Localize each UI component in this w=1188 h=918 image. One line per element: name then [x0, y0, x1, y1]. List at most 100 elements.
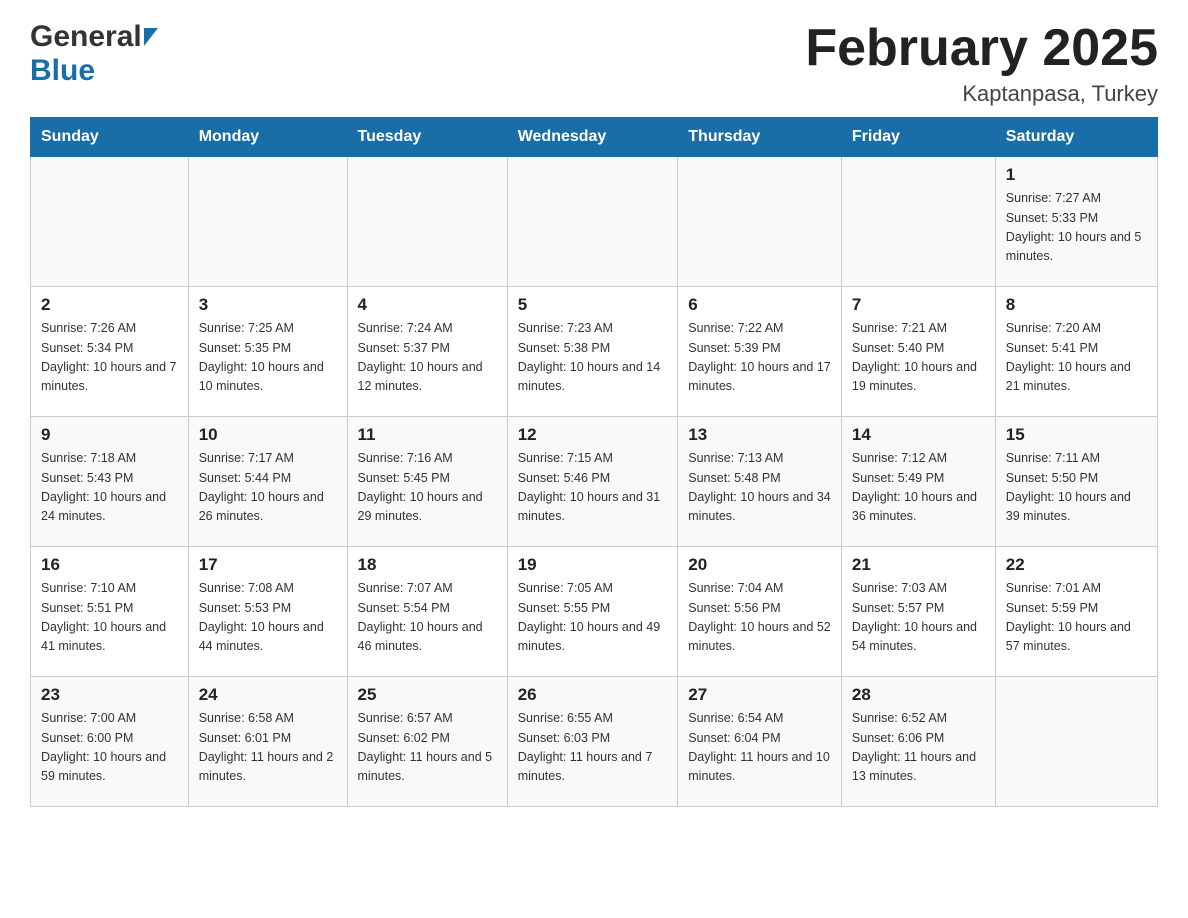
calendar-cell: 14Sunrise: 7:12 AM Sunset: 5:49 PM Dayli…: [841, 417, 995, 547]
day-number: 27: [688, 685, 831, 705]
day-info: Sunrise: 7:26 AM Sunset: 5:34 PM Dayligh…: [41, 319, 178, 397]
calendar-cell: [841, 157, 995, 287]
col-saturday: Saturday: [995, 118, 1157, 157]
calendar-cell: 16 Sunrise: 7:10 AM Sunset: 5:51 PM Dayli…: [31, 547, 189, 677]
calendar-location: Kaptanpasa, Turkey: [805, 81, 1158, 107]
day-info: Sunrise: 6:52 AM Sunset: 6:06 PM Dayligh…: [852, 709, 985, 787]
day-info: Sunrise: 6:57 AM Sunset: 6:02 PM Dayligh…: [358, 709, 497, 787]
day-info: Sunrise: 7:03 AM Sunset: 5:57 PM Dayligh…: [852, 579, 985, 657]
day-number: 10: [199, 425, 337, 445]
day-info: Sunrise: 6:58 AM Sunset: 6:01 PM Dayligh…: [199, 709, 337, 787]
day-number: 24: [199, 685, 337, 705]
col-friday: Friday: [841, 118, 995, 157]
calendar-cell: 27 Sunrise: 6:54 AM Sunset: 6:04 PM Dayli…: [678, 677, 842, 807]
calendar-week-2: 2Sunrise: 7:26 AM Sunset: 5:34 PM Daylig…: [31, 287, 1158, 417]
day-info: Sunrise: 7:25 AM Sunset: 5:35 PM Dayligh…: [199, 319, 337, 397]
calendar-cell: 18 Sunrise: 7:07 AM Sunset: 5:54 PM Dayli…: [347, 547, 507, 677]
day-info: Sunrise: 6:54 AM Sunset: 6:04 PM Dayligh…: [688, 709, 831, 787]
day-info: Sunrise: 6:55 AM Sunset: 6:03 PM Dayligh…: [518, 709, 668, 787]
calendar-cell: 3 Sunrise: 7:25 AM Sunset: 5:35 PM Daylig…: [188, 287, 347, 417]
logo-arrow-icon: [144, 28, 158, 46]
day-info: Sunrise: 7:21 AM Sunset: 5:40 PM Dayligh…: [852, 319, 985, 397]
calendar-week-1: 1Sunrise: 7:27 AM Sunset: 5:33 PM Daylig…: [31, 157, 1158, 287]
logo-general-text: General: [30, 20, 142, 54]
day-number: 19: [518, 555, 668, 575]
calendar-cell: 22Sunrise: 7:01 AM Sunset: 5:59 PM Dayli…: [995, 547, 1157, 677]
day-info: Sunrise: 7:24 AM Sunset: 5:37 PM Dayligh…: [358, 319, 497, 397]
day-info: Sunrise: 7:22 AM Sunset: 5:39 PM Dayligh…: [688, 319, 831, 397]
calendar-cell: 15 Sunrise: 7:11 AM Sunset: 5:50 PM Dayli…: [995, 417, 1157, 547]
day-number: 9: [41, 425, 178, 445]
calendar-cell: 9 Sunrise: 7:18 AM Sunset: 5:43 PM Daylig…: [31, 417, 189, 547]
header: General Blue February 2025 Kaptanpasa, T…: [30, 20, 1158, 107]
calendar-cell: 6 Sunrise: 7:22 AM Sunset: 5:39 PM Daylig…: [678, 287, 842, 417]
calendar-cell: 21 Sunrise: 7:03 AM Sunset: 5:57 PM Dayli…: [841, 547, 995, 677]
calendar-cell: 17 Sunrise: 7:08 AM Sunset: 5:53 PM Dayli…: [188, 547, 347, 677]
logo: General Blue: [30, 20, 158, 88]
calendar-cell: 1Sunrise: 7:27 AM Sunset: 5:33 PM Daylig…: [995, 157, 1157, 287]
calendar-cell: [347, 157, 507, 287]
day-info: Sunrise: 7:13 AM Sunset: 5:48 PM Dayligh…: [688, 449, 831, 527]
day-number: 1: [1006, 165, 1147, 185]
calendar-cell: 5Sunrise: 7:23 AM Sunset: 5:38 PM Daylig…: [507, 287, 678, 417]
day-number: 15: [1006, 425, 1147, 445]
calendar-header-row: Sunday Monday Tuesday Wednesday Thursday…: [31, 118, 1158, 157]
day-number: 8: [1006, 295, 1147, 315]
day-info: Sunrise: 7:16 AM Sunset: 5:45 PM Dayligh…: [358, 449, 497, 527]
day-info: Sunrise: 7:17 AM Sunset: 5:44 PM Dayligh…: [199, 449, 337, 527]
calendar-header: Sunday Monday Tuesday Wednesday Thursday…: [31, 118, 1158, 157]
day-number: 22: [1006, 555, 1147, 575]
day-number: 4: [358, 295, 497, 315]
day-number: 20: [688, 555, 831, 575]
day-info: Sunrise: 7:11 AM Sunset: 5:50 PM Dayligh…: [1006, 449, 1147, 527]
day-info: Sunrise: 7:04 AM Sunset: 5:56 PM Dayligh…: [688, 579, 831, 657]
day-info: Sunrise: 7:10 AM Sunset: 5:51 PM Dayligh…: [41, 579, 178, 657]
day-info: Sunrise: 7:23 AM Sunset: 5:38 PM Dayligh…: [518, 319, 668, 397]
col-thursday: Thursday: [678, 118, 842, 157]
day-info: Sunrise: 7:05 AM Sunset: 5:55 PM Dayligh…: [518, 579, 668, 657]
day-number: 6: [688, 295, 831, 315]
col-sunday: Sunday: [31, 118, 189, 157]
day-info: Sunrise: 7:12 AM Sunset: 5:49 PM Dayligh…: [852, 449, 985, 527]
calendar-cell: 20 Sunrise: 7:04 AM Sunset: 5:56 PM Dayli…: [678, 547, 842, 677]
calendar-cell: 26 Sunrise: 6:55 AM Sunset: 6:03 PM Dayli…: [507, 677, 678, 807]
day-number: 23: [41, 685, 178, 705]
title-area: February 2025 Kaptanpasa, Turkey: [805, 20, 1158, 107]
day-info: Sunrise: 7:18 AM Sunset: 5:43 PM Dayligh…: [41, 449, 178, 527]
calendar-week-3: 9 Sunrise: 7:18 AM Sunset: 5:43 PM Daylig…: [31, 417, 1158, 547]
calendar-cell: [995, 677, 1157, 807]
day-info: Sunrise: 7:08 AM Sunset: 5:53 PM Dayligh…: [199, 579, 337, 657]
day-number: 17: [199, 555, 337, 575]
calendar-cell: [507, 157, 678, 287]
calendar-cell: 28 Sunrise: 6:52 AM Sunset: 6:06 PM Dayli…: [841, 677, 995, 807]
calendar-cell: [678, 157, 842, 287]
calendar-cell: 11Sunrise: 7:16 AM Sunset: 5:45 PM Dayli…: [347, 417, 507, 547]
calendar-cell: 13 Sunrise: 7:13 AM Sunset: 5:48 PM Dayli…: [678, 417, 842, 547]
day-number: 25: [358, 685, 497, 705]
calendar-cell: 8 Sunrise: 7:20 AM Sunset: 5:41 PM Daylig…: [995, 287, 1157, 417]
day-info: Sunrise: 7:07 AM Sunset: 5:54 PM Dayligh…: [358, 579, 497, 657]
calendar-cell: [31, 157, 189, 287]
calendar-cell: 24 Sunrise: 6:58 AM Sunset: 6:01 PM Dayli…: [188, 677, 347, 807]
calendar-cell: 12Sunrise: 7:15 AM Sunset: 5:46 PM Dayli…: [507, 417, 678, 547]
calendar-cell: 2Sunrise: 7:26 AM Sunset: 5:34 PM Daylig…: [31, 287, 189, 417]
logo-blue-text: Blue: [30, 54, 95, 87]
col-tuesday: Tuesday: [347, 118, 507, 157]
day-number: 28: [852, 685, 985, 705]
calendar-week-5: 23 Sunrise: 7:00 AM Sunset: 6:00 PM Dayli…: [31, 677, 1158, 807]
calendar-cell: 25 Sunrise: 6:57 AM Sunset: 6:02 PM Dayli…: [347, 677, 507, 807]
calendar-cell: 19 Sunrise: 7:05 AM Sunset: 5:55 PM Dayli…: [507, 547, 678, 677]
day-info: Sunrise: 7:15 AM Sunset: 5:46 PM Dayligh…: [518, 449, 668, 527]
calendar-cell: 4 Sunrise: 7:24 AM Sunset: 5:37 PM Daylig…: [347, 287, 507, 417]
col-monday: Monday: [188, 118, 347, 157]
day-number: 16: [41, 555, 178, 575]
day-number: 26: [518, 685, 668, 705]
day-number: 21: [852, 555, 985, 575]
day-number: 13: [688, 425, 831, 445]
calendar-cell: 7Sunrise: 7:21 AM Sunset: 5:40 PM Daylig…: [841, 287, 995, 417]
day-number: 18: [358, 555, 497, 575]
calendar-week-4: 16 Sunrise: 7:10 AM Sunset: 5:51 PM Dayli…: [31, 547, 1158, 677]
day-number: 3: [199, 295, 337, 315]
day-info: Sunrise: 7:20 AM Sunset: 5:41 PM Dayligh…: [1006, 319, 1147, 397]
day-info: Sunrise: 7:00 AM Sunset: 6:00 PM Dayligh…: [41, 709, 178, 787]
